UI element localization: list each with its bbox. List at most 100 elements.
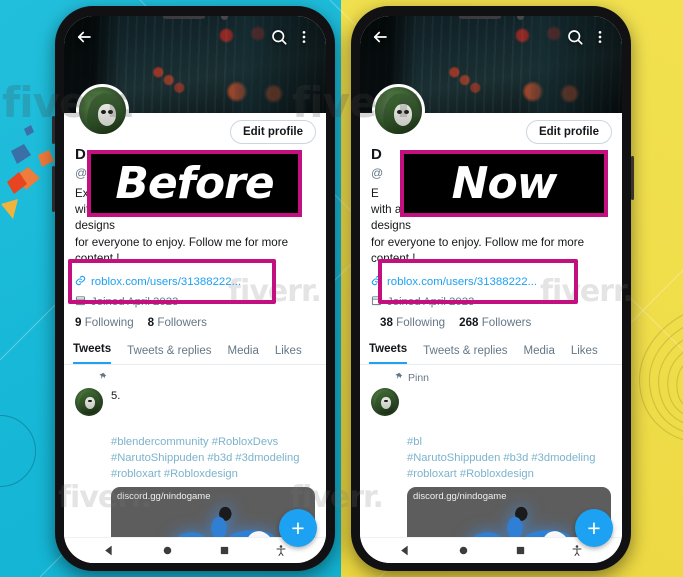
confetti-shape <box>24 125 34 136</box>
profile-website-link[interactable]: roblox.com/users/31388222... <box>75 275 315 289</box>
media-url-label: discord.gg/nindogame <box>117 491 211 503</box>
phone-side-button[interactable] <box>631 156 634 200</box>
compose-tweet-fab[interactable]: + <box>279 509 317 547</box>
following-stat[interactable]: 9 Following <box>75 316 134 329</box>
profile-link-text: roblox.com/users/31388222... <box>387 275 538 288</box>
followers-count: 268 <box>459 315 479 329</box>
phone-screen-before: Edit profile D @ Ex with a passion for c… <box>64 16 326 563</box>
front-camera-icon <box>220 16 228 20</box>
followers-stat[interactable]: 268 Followers <box>459 316 531 329</box>
avatar-face <box>394 104 412 126</box>
avatar[interactable] <box>372 84 425 137</box>
profile-joined-row: Joined April 2023 <box>371 295 611 309</box>
tab-tweets[interactable]: Tweets <box>73 338 112 364</box>
twitter-profile-screen: Edit profile D @ E with a passion for cr… <box>360 16 622 563</box>
avatar[interactable] <box>76 84 129 137</box>
phone-notch <box>360 16 622 23</box>
annotation-label-text: Before <box>115 158 274 209</box>
earpiece-speaker <box>162 16 205 19</box>
phone-screen-now: Edit profile D @ E with a passion for cr… <box>360 16 622 563</box>
profile-details: D @ E with a passion for creating visual… <box>360 113 622 329</box>
tweet-hashtags-line[interactable]: #NarutoShippuden #b3d #3dmodeling <box>407 450 611 466</box>
link-icon <box>75 275 86 289</box>
pinned-tweet-banner: Pinn <box>360 365 622 385</box>
tab-media[interactable]: Media <box>228 340 259 364</box>
phone-notch <box>64 16 326 23</box>
followers-label: Followers <box>481 315 532 329</box>
tweet-avatar[interactable] <box>371 387 399 416</box>
tweet-hashtags-line[interactable]: #blendercommunity #RobloxDevs <box>111 434 315 450</box>
tab-tweets-replies[interactable]: Tweets & replies <box>423 340 507 364</box>
phone-device-before: Edit profile D @ Ex with a passion for c… <box>52 6 335 571</box>
compose-tweet-fab[interactable]: + <box>575 509 613 547</box>
tab-tweets[interactable]: Tweets <box>369 338 408 364</box>
plus-icon: + <box>587 514 601 541</box>
pinned-tweet-banner <box>64 365 326 385</box>
avatar-face <box>85 396 95 409</box>
arrow-left-icon[interactable] <box>75 28 93 51</box>
more-vertical-icon[interactable] <box>592 27 608 52</box>
pin-icon <box>98 371 107 385</box>
avatar-eye-icon <box>108 110 113 114</box>
twitter-profile-screen: Edit profile D @ Ex with a passion for c… <box>64 16 326 563</box>
more-vertical-icon[interactable] <box>296 27 312 52</box>
circle-home-icon[interactable] <box>161 544 174 557</box>
front-camera-icon <box>516 16 524 20</box>
profile-details: D @ Ex with a passion for creating visua… <box>64 113 326 329</box>
tweet-text <box>407 388 611 434</box>
followers-count: 8 <box>147 315 155 329</box>
profile-joined-text: Joined April 2023 <box>387 295 475 308</box>
avatar-eye-icon <box>397 110 402 114</box>
profile-stats: 38 Following 268 Followers <box>371 316 611 329</box>
followers-stat[interactable]: 8 Followers <box>148 316 207 329</box>
triangle-back-icon[interactable] <box>103 544 116 557</box>
tweet-hashtags-line[interactable]: #robloxart #Robloxdesign <box>407 466 611 482</box>
tab-likes[interactable]: Likes <box>275 340 302 364</box>
tweet-hashtags-line[interactable]: #bl <box>407 434 611 450</box>
phone-device-now: Edit profile D @ E with a passion for cr… <box>351 6 634 571</box>
following-stat[interactable]: 38 Following <box>380 316 445 329</box>
avatar-face <box>381 396 391 409</box>
avatar-eye-icon <box>101 110 106 114</box>
following-count: 9 <box>75 315 82 329</box>
calendar-icon <box>75 295 86 309</box>
tab-media[interactable]: Media <box>524 340 555 364</box>
profile-tabs: Tweets Tweets & replies Media Likes <box>360 338 622 365</box>
profile-stats: 9 Following 8 Followers <box>75 316 315 329</box>
arrow-left-icon[interactable] <box>371 28 389 51</box>
profile-joined-row: Joined April 2023 <box>75 295 315 309</box>
following-label: Following <box>84 315 134 329</box>
tweet-avatar[interactable] <box>75 387 103 416</box>
link-icon <box>371 275 382 289</box>
edit-profile-button[interactable]: Edit profile <box>525 120 612 144</box>
tweet-hashtags-line[interactable]: #NarutoShippuden #b3d #3dmodeling <box>111 450 315 466</box>
following-label: Following <box>396 315 446 329</box>
tweet-hashtags-line[interactable]: #robloxart #Robloxdesign <box>111 466 315 482</box>
bio-line: for everyone to enjoy. Follow me for mor… <box>371 235 585 266</box>
profile-website-link[interactable]: roblox.com/users/31388222... <box>371 275 611 289</box>
confetti-shape <box>1 199 18 219</box>
circle-home-icon[interactable] <box>457 544 470 557</box>
triangle-back-icon[interactable] <box>399 544 412 557</box>
square-recents-icon[interactable] <box>515 545 526 556</box>
edit-profile-button[interactable]: Edit profile <box>229 120 316 144</box>
phone-volume-button[interactable] <box>52 166 55 212</box>
annotation-label-now: Now <box>400 150 608 217</box>
confetti-shape <box>11 144 31 164</box>
confetti-shape <box>7 172 27 194</box>
tab-likes[interactable]: Likes <box>571 340 598 364</box>
accessibility-icon[interactable] <box>275 544 287 557</box>
screenshot-stage: fiverr. fiverr. fiverr. fiverr. fiverr. … <box>0 0 683 577</box>
phone-side-button[interactable] <box>52 116 55 144</box>
avatar-eye-icon <box>385 399 388 403</box>
search-icon[interactable] <box>566 28 584 51</box>
avatar-face <box>98 104 116 126</box>
bio-line: for everyone to enjoy. Follow me for mor… <box>75 235 289 266</box>
tab-tweets-replies[interactable]: Tweets & replies <box>127 340 211 364</box>
accessibility-icon[interactable] <box>571 544 583 557</box>
search-icon[interactable] <box>270 28 288 51</box>
profile-link-text: roblox.com/users/31388222... <box>91 275 242 288</box>
pin-icon <box>394 371 403 385</box>
square-recents-icon[interactable] <box>219 545 230 556</box>
plus-icon: + <box>291 514 305 541</box>
